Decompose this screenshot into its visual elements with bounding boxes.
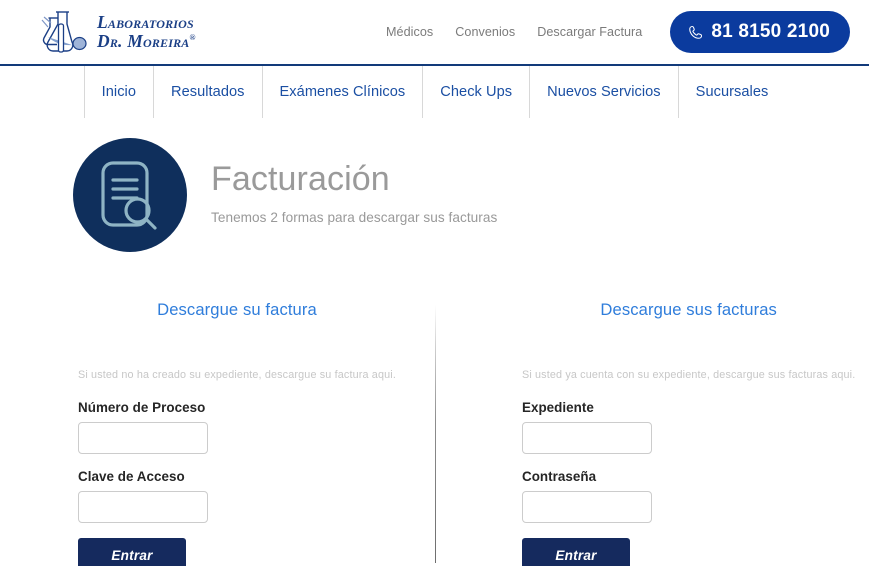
top-utility-nav: Médicos Convenios Descargar Factura 81 8… [386,11,850,53]
main-nav-item-inicio[interactable]: Inicio [83,66,154,118]
label-expediente: Expediente [521,400,594,415]
input-clave-de-acceso[interactable] [78,491,208,523]
lab-glassware-icon [41,11,87,53]
top-nav-item-descargar-factura[interactable]: Descargar Factura [537,25,642,39]
main-nav: Inicio Resultados Exámenes Clínicos Chec… [0,66,869,118]
top-header: Laboratorios Dr. Moreira® Médicos Conven… [0,0,869,66]
input-numero-de-proceso[interactable] [78,422,208,454]
logo-wordmark: Laboratorios Dr. Moreira® [97,13,196,50]
left-form-heading: Descargue su factura [157,300,317,319]
page-header-texts: Facturación Tenemos 2 formas para descar… [211,159,498,229]
page-subtitle: Tenemos 2 formas para descargar sus fact… [211,210,498,226]
label-contrasena: Contraseña [521,469,597,484]
right-form-description: Si usted ya cuenta con su expediente, de… [521,369,856,381]
main-nav-item-nuevos-servicios[interactable]: Nuevos Servicios [530,66,679,118]
right-submit-button[interactable]: Entrar [521,538,630,566]
phone-button[interactable]: 81 8150 2100 [670,11,850,53]
page-header-icon-badge [73,138,187,252]
right-form-heading: Descargue sus facturas [600,300,777,319]
input-expediente[interactable] [521,422,652,454]
main-nav-item-examenes-clinicos[interactable]: Exámenes Clínicos [263,66,424,118]
page-header: Facturación Tenemos 2 formas para descar… [0,118,869,252]
top-nav-item-convenios[interactable]: Convenios [455,25,515,39]
site-logo[interactable]: Laboratorios Dr. Moreira® [38,8,196,56]
logo-line-1: Laboratorios [97,12,194,33]
phone-number: 81 8150 2100 [711,21,830,42]
phone-icon [689,25,703,39]
label-numero-de-proceso: Número de Proceso [78,400,206,415]
top-nav-item-medicos[interactable]: Médicos [386,25,433,39]
form-column-left: Descargue su factura Si usted no ha crea… [14,300,460,566]
main-nav-item-resultados[interactable]: Resultados [154,66,263,118]
main-nav-item-sucursales[interactable]: Sucursales [679,66,786,118]
page-title: Facturación [211,159,390,198]
page-root: Laboratorios Dr. Moreira® Médicos Conven… [0,0,869,566]
input-contrasena[interactable] [521,491,652,523]
left-form-description: Si usted no ha creado su expediente, des… [78,369,396,381]
left-submit-button[interactable]: Entrar [78,538,186,566]
label-clave-de-acceso: Clave de Acceso [78,469,185,484]
form-column-right: Descargue sus facturas Si usted ya cuent… [460,300,869,566]
billing-forms: Descargue su factura Si usted no ha crea… [0,300,869,566]
main-nav-item-check-ups[interactable]: Check Ups [423,66,531,118]
registered-mark: ® [189,33,196,43]
logo-line-2: Dr. Moreira® [97,31,196,51]
document-search-icon [101,161,157,230]
